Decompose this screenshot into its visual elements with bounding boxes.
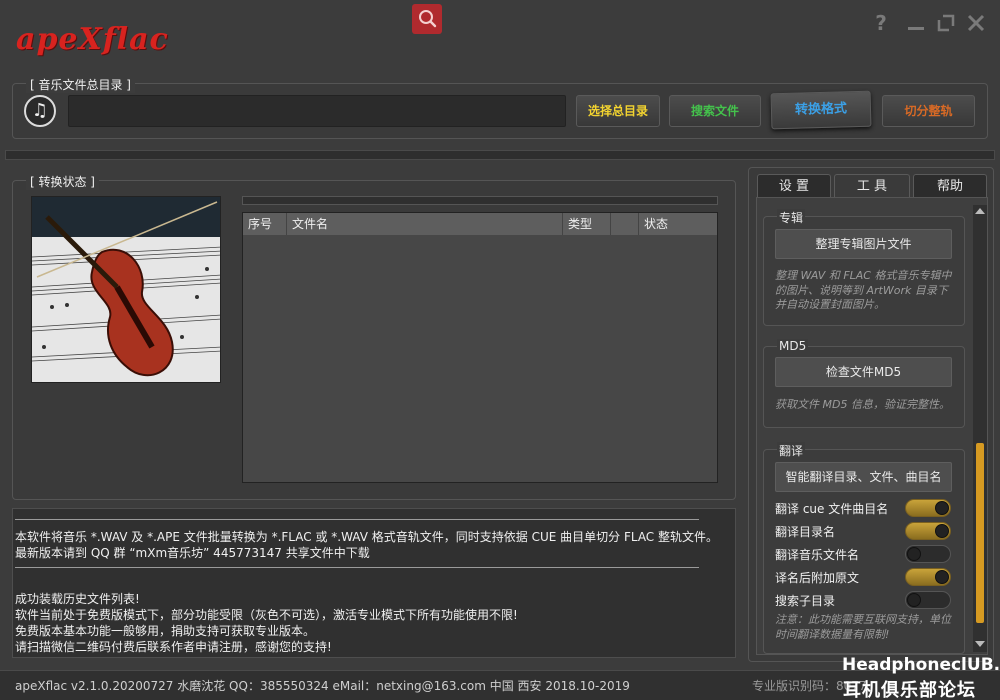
toggle-label: 搜索子目录: [775, 594, 836, 608]
column-header-blank[interactable]: [611, 213, 639, 235]
translate-dirname-toggle[interactable]: [905, 522, 951, 540]
log-line: 最新版本请到 QQ 群 “mXm音乐坊” 445773147 共享文件中下载: [15, 546, 370, 560]
close-icon[interactable]: [965, 12, 987, 34]
tab-tools[interactable]: 工 具: [834, 174, 910, 198]
minimize-icon[interactable]: [905, 12, 927, 34]
append-original-toggle[interactable]: [905, 568, 951, 586]
toggle-label: 译名后附加原文: [775, 571, 860, 585]
select-dir-button[interactable]: 选择总目录: [576, 95, 660, 127]
convert-format-button[interactable]: 转换格式: [770, 90, 872, 130]
translate-cue-toggle[interactable]: [905, 499, 951, 517]
scroll-up-icon[interactable]: [975, 208, 985, 214]
md5-desc: 获取文件 MD5 信息，验证完整性。: [775, 398, 950, 411]
column-header-type[interactable]: 类型: [563, 213, 611, 235]
toggle-row: 翻译音乐文件名: [775, 545, 953, 565]
toggle-row: 翻译目录名: [775, 522, 953, 542]
column-header-index[interactable]: 序号: [243, 213, 287, 235]
log-line: 本软件将音乐 *.WAV 及 *.APE 文件批量转换为 *.FLAC 或 *.…: [15, 530, 719, 544]
log-line: 免费版本基本功能一般够用，捐助支持可获取专业版本。: [15, 624, 316, 638]
app-info-text: apeXflac v2.1.0.20200727 水磨沈花 QQ：3855503…: [15, 679, 630, 693]
toggle-label: 翻译目录名: [775, 525, 836, 539]
tool-panel-scrollbar[interactable]: [973, 205, 987, 652]
translate-filename-toggle[interactable]: [905, 545, 951, 563]
album-art-image: [31, 196, 221, 383]
music-dir-input[interactable]: [68, 95, 566, 127]
column-header-filename[interactable]: 文件名: [287, 213, 563, 235]
log-line: 成功装载历史文件列表!: [15, 592, 140, 606]
md5-group-title: MD5: [777, 339, 809, 353]
log-line: 请扫描微信二维码付费后联系作者申请注册，感谢您的支持!: [15, 640, 332, 654]
overall-progress-bar: [5, 150, 995, 160]
log-divider: [15, 519, 699, 520]
log-line: 软件当前处于免费版模式下，部分功能受限（灰色不可选），激活专业模式下所有功能使用…: [15, 608, 518, 622]
translate-note: 注意：此功能需要互联网支持，单位时间翻译数据量有限制!: [775, 613, 951, 641]
split-track-button[interactable]: 切分整轨: [882, 95, 975, 127]
album-group-title: 专辑: [777, 209, 806, 226]
album-desc: 整理 WAV 和 FLAC 格式音乐专辑中的图片、说明等到 ArtWork 目录…: [775, 269, 952, 311]
table-header: 序号 文件名 类型 状态: [243, 213, 717, 235]
convert-status-title: [ 转换状态 ]: [26, 173, 99, 190]
music-dir-title: [ 音乐文件总目录 ]: [26, 76, 135, 93]
organize-album-images-button[interactable]: 整理专辑图片文件: [775, 229, 952, 259]
file-table[interactable]: 序号 文件名 类型 状态: [242, 212, 718, 483]
toggle-row: 翻译 cue 文件曲目名: [775, 499, 953, 519]
toggle-label: 翻译音乐文件名: [775, 548, 860, 562]
search-subdir-toggle[interactable]: [905, 591, 951, 609]
watermark-forum: 耳机俱乐部论坛: [843, 680, 976, 700]
search-files-button[interactable]: 搜索文件: [669, 95, 761, 127]
app-logo: apeXflac: [16, 22, 169, 57]
search-button[interactable]: [412, 4, 442, 34]
watermark-site: HeadphoneclUB.com: [842, 655, 1000, 675]
tab-settings[interactable]: 设 置: [757, 174, 831, 198]
music-note-icon: ♫: [24, 95, 56, 127]
tab-help[interactable]: 帮助: [913, 174, 987, 198]
scroll-thumb[interactable]: [976, 443, 984, 623]
file-progress-bar: [242, 196, 718, 205]
toggle-row: 搜索子目录: [775, 591, 953, 611]
toggle-label: 翻译 cue 文件曲目名: [775, 502, 889, 516]
maximize-icon[interactable]: [935, 12, 957, 34]
help-icon[interactable]: ?: [870, 12, 892, 34]
log-divider: [15, 567, 699, 568]
toggle-row: 译名后附加原文: [775, 568, 953, 588]
check-md5-button[interactable]: 检查文件MD5: [775, 357, 952, 387]
translate-group-title: 翻译: [777, 442, 806, 459]
search-icon: [419, 10, 437, 28]
column-header-status[interactable]: 状态: [639, 213, 717, 235]
smart-translate-button[interactable]: 智能翻译目录、文件、曲目名: [775, 462, 952, 492]
scroll-down-icon[interactable]: [975, 641, 985, 647]
